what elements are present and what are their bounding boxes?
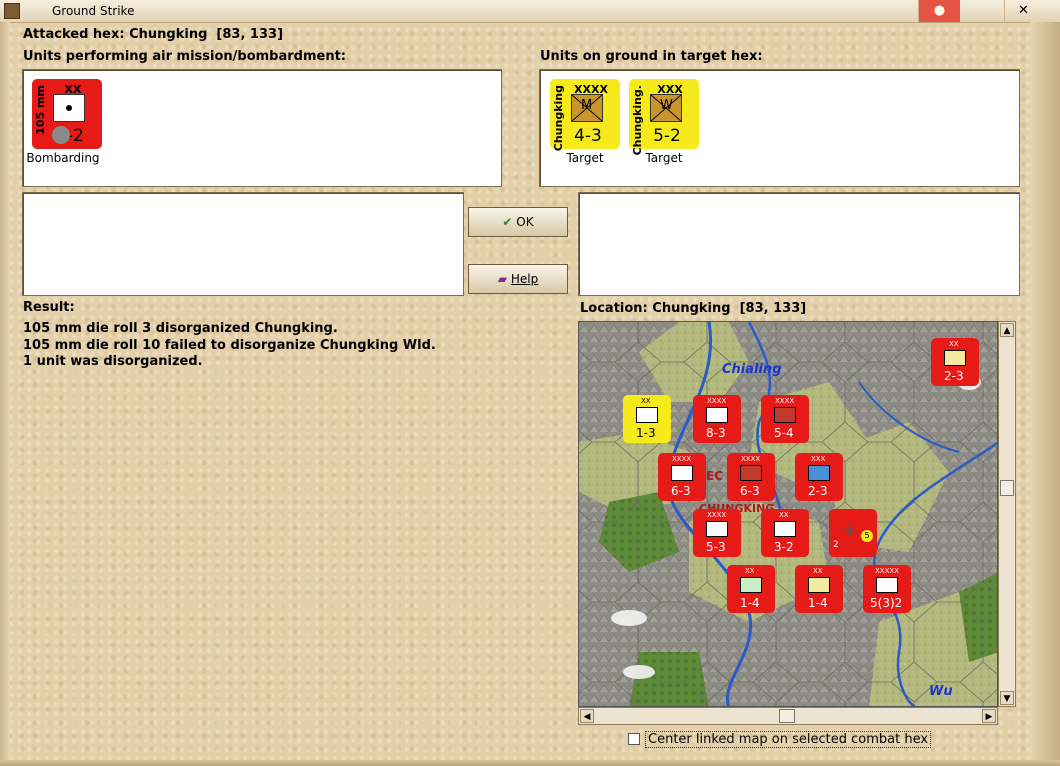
- result-line-1: 105 mm die roll 3 disorganized Chungking…: [23, 321, 338, 336]
- ground-unit-status-2: Target: [645, 151, 683, 165]
- map-counter[interactable]: XXXX 6-3: [727, 453, 775, 501]
- window-frame-left: [0, 22, 10, 760]
- disorganized-marker-icon: [52, 126, 70, 144]
- vertical-scroll-thumb[interactable]: [1000, 480, 1014, 496]
- scroll-up-icon[interactable]: ▲: [1000, 323, 1014, 337]
- map-counter[interactable]: XX 1-3: [623, 395, 671, 443]
- infantry-symbol-icon: [774, 407, 796, 423]
- center-map-checkbox[interactable]: [628, 733, 640, 745]
- attacked-hex-label: Attacked hex:: [23, 27, 125, 42]
- ground-units-heading: Units on ground in target hex:: [540, 49, 763, 64]
- window-title: Ground Strike: [52, 4, 135, 18]
- map-counter[interactable]: XXX 2-3: [795, 453, 843, 501]
- ground-unit-counter-2[interactable]: Chungking. XXX W 5-2: [629, 79, 699, 155]
- cavalry-symbol-icon: [740, 577, 762, 593]
- map-counter[interactable]: XXXX 5-4: [761, 395, 809, 443]
- scroll-down-icon[interactable]: ▼: [1000, 691, 1014, 705]
- ok-button[interactable]: ✔ OK: [468, 207, 568, 237]
- extra-window-button[interactable]: ●: [918, 0, 960, 22]
- map-counter[interactable]: XXXX 6-3: [658, 453, 706, 501]
- defender-details-panel: [578, 192, 1020, 296]
- attacked-hex-line: Attacked hex: Chungking [83, 133]: [23, 27, 283, 42]
- scroll-right-icon[interactable]: ▶: [982, 709, 996, 723]
- attacked-hex-value: Chungking [83, 133]: [129, 27, 284, 42]
- unit-symbol: M: [581, 98, 593, 113]
- ground-unit-counter-1[interactable]: Chungking XXXX M 4-3: [550, 79, 620, 151]
- river-label-wu: Wu: [929, 684, 953, 699]
- ground-units-panel: Chungking XXXX M 4-3 Target Chungking. X…: [539, 69, 1020, 187]
- app-icon: [4, 3, 20, 19]
- check-icon: ✔: [502, 215, 513, 229]
- unit-strength: 4-3: [574, 126, 602, 146]
- window-frame-bottom: [0, 760, 1060, 766]
- help-book-icon: ▰: [497, 272, 508, 286]
- infantry-symbol-icon: [740, 465, 762, 481]
- map-counter[interactable]: XX 2-3: [931, 338, 979, 386]
- map-counter[interactable]: XX 1-4: [727, 565, 775, 613]
- infantry-symbol-icon: [876, 577, 898, 593]
- map-counter[interactable]: ✈ 2 5: [829, 509, 877, 557]
- scroll-left-icon[interactable]: ◀: [580, 709, 594, 723]
- mountain-infantry-symbol-icon: [808, 465, 830, 481]
- help-button[interactable]: ▰ Help: [468, 264, 568, 294]
- air-units-heading: Units performing air mission/bombardment…: [23, 49, 347, 64]
- unit-strength: 3-2: [56, 126, 84, 146]
- ok-label: OK: [516, 215, 534, 229]
- aircraft-icon: ✈: [843, 521, 857, 540]
- map-counter[interactable]: XXXXX 5(3)2: [863, 565, 911, 613]
- infantry-symbol-icon: [808, 577, 830, 593]
- window-frame-right: [1030, 22, 1060, 760]
- infantry-symbol-icon: [636, 407, 658, 423]
- map-counter[interactable]: XXXX 5-3: [693, 509, 741, 557]
- location-line: Location: Chungking [83, 133]: [580, 301, 806, 316]
- infantry-symbol-icon: [671, 465, 693, 481]
- air-unit-status: Bombarding: [26, 151, 100, 165]
- river-label-chialing: Chialing: [722, 362, 782, 377]
- location-value: Chungking [83, 133]: [652, 301, 807, 316]
- hex-map[interactable]: Chialing Wu EC CHUNGKING XX 1-3 XXXX 8-3…: [578, 321, 998, 707]
- air-units-panel: 105 mm XX 3-2 Bombarding: [22, 69, 502, 187]
- close-button[interactable]: ✕: [1004, 0, 1042, 22]
- map-vertical-scrollbar[interactable]: ▲ ▼: [998, 321, 1016, 707]
- horizontal-scroll-thumb[interactable]: [779, 709, 795, 723]
- artillery-symbol-icon: [53, 94, 85, 122]
- artillery-symbol-icon: [774, 521, 796, 537]
- help-label: Help: [510, 272, 539, 286]
- map-label-ec: EC: [706, 469, 724, 483]
- map-counter[interactable]: XX 3-2: [761, 509, 809, 557]
- infantry-symbol-icon: [944, 350, 966, 366]
- air-unit-counter[interactable]: 105 mm XX 3-2: [32, 79, 102, 149]
- map-horizontal-scrollbar[interactable]: ◀ ▶: [578, 707, 998, 725]
- map-counter[interactable]: XX 1-4: [795, 565, 843, 613]
- result-line-2: 105 mm die roll 10 failed to disorganize…: [23, 338, 436, 353]
- location-label: Location:: [580, 301, 648, 316]
- title-bar: Ground Strike ● ✕: [0, 0, 1060, 23]
- map-counter[interactable]: XXXX 8-3: [693, 395, 741, 443]
- unit-strength: 5-2: [653, 126, 681, 146]
- result-line-3: 1 unit was disorganized.: [23, 354, 203, 369]
- infantry-symbol-icon: [706, 521, 728, 537]
- ground-unit-status-1: Target: [566, 151, 604, 165]
- result-heading: Result:: [23, 300, 75, 315]
- center-map-checkbox-label[interactable]: Center linked map on selected combat hex: [645, 731, 932, 748]
- unit-symbol: W: [660, 98, 673, 113]
- attacker-details-panel: [22, 192, 464, 296]
- infantry-symbol-icon: [706, 407, 728, 423]
